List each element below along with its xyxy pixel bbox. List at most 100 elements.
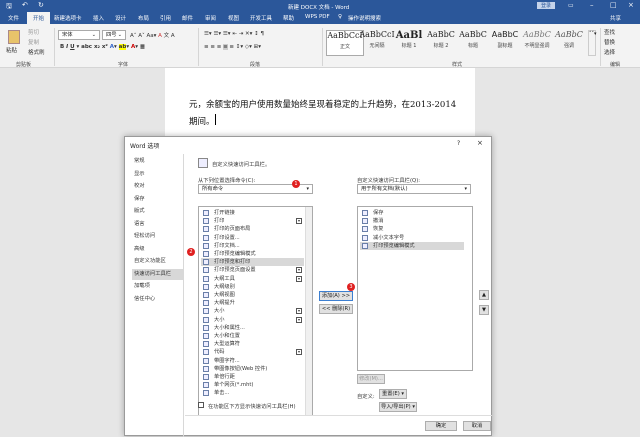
help-button[interactable]: ? (457, 140, 460, 147)
command-item[interactable]: 打印预览页面设置 ▾ (201, 266, 304, 274)
nav-item[interactable]: 快速访问工具栏 (132, 268, 184, 280)
command-item[interactable]: 带圈字符... (201, 357, 304, 365)
dialog-close-button[interactable]: × (477, 139, 483, 147)
qat-item[interactable]: 减小文本字号 (360, 234, 464, 242)
tab-references[interactable]: 引用 (160, 14, 171, 22)
style-emphasis[interactable]: AaBbC 强调 (550, 30, 588, 56)
minimize-button[interactable]: – (590, 1, 594, 9)
command-item[interactable]: 大型运算符 (201, 340, 304, 348)
modify-button[interactable]: 修改(M)... (357, 374, 385, 384)
command-item[interactable]: 打印预览和打印 (201, 258, 304, 267)
command-item[interactable]: 大小 ▾ (201, 307, 304, 315)
tab-mailings[interactable]: 邮件 (182, 14, 193, 22)
tab-insert[interactable]: 插入 (93, 14, 104, 22)
command-item[interactable]: 大小和位置 (201, 332, 304, 340)
qat-item-label: 撤消 (373, 218, 384, 225)
nav-item[interactable]: 自定义功能区 (132, 256, 184, 267)
tab-view[interactable]: 视图 (228, 14, 239, 22)
nav-item[interactable]: 常规 (132, 156, 184, 167)
cancel-button[interactable]: 取消 (463, 421, 491, 431)
command-item[interactable]: 单倍行距 (201, 373, 304, 381)
command-item[interactable]: 单个网页(*.mht) (201, 381, 304, 389)
nav-item[interactable]: 高级 (132, 244, 184, 255)
font-name-select[interactable]: 宋体 ⌄ (58, 30, 100, 40)
commands-list[interactable]: 单击... 单个网页(*.mht) 单倍行距 带图像按钮(Web 控件) 带圈字符...… (198, 206, 313, 416)
tab-new[interactable]: 新建选项卡 (54, 14, 82, 22)
command-icon (203, 267, 209, 274)
customize-qat-select[interactable]: 用于所有文档(默认) ▾ (357, 184, 471, 194)
styles-scroll[interactable]: ˄˅▾ (588, 30, 597, 56)
move-down-button[interactable]: ▼ (479, 305, 489, 315)
command-item[interactable]: 大纲提升 (201, 299, 304, 307)
format-painter-button[interactable]: 格式刷 (28, 48, 45, 56)
paste-button[interactable]: 粘贴 (6, 46, 17, 54)
tab-layout[interactable]: 布局 (138, 14, 149, 22)
command-item[interactable]: 打印设置... (201, 234, 304, 242)
command-item[interactable]: 打印文档... (201, 242, 304, 250)
ribbon-display-icon[interactable]: ▭ (568, 2, 574, 9)
font-format-buttons[interactable]: B I U ▾ abc x₂ x² A▾ ab▾ A▾ ䷀ (60, 44, 145, 50)
add-button[interactable]: 添加(A) >> (319, 291, 353, 301)
paste-icon[interactable] (8, 30, 20, 44)
command-item[interactable]: 大纲级别 (201, 283, 304, 291)
tab-file[interactable]: 文件 (8, 14, 19, 22)
redo-icon[interactable]: ↻ (38, 1, 44, 9)
nav-item[interactable]: 信任中心 (132, 294, 184, 305)
qat-item[interactable]: 撤消 (360, 217, 464, 225)
qat-list[interactable]: 保存 撤消 恢复 减小文本字号 打印预览编辑模式 (357, 206, 473, 371)
command-item[interactable]: 打印的页面布局 (201, 225, 304, 233)
tab-help[interactable]: 帮助 (283, 14, 294, 22)
font-size-buttons[interactable]: A˄ A˅ Aa▾ A 文 A (130, 31, 175, 39)
find-button[interactable]: 查找 (604, 28, 615, 36)
copy-button[interactable]: 复制 (28, 38, 39, 46)
command-item[interactable]: 大小 ▾ (201, 316, 304, 324)
tell-me-search[interactable]: 操作说明搜索 (348, 14, 381, 22)
command-item[interactable]: 带图像按钮(Web 控件) (201, 365, 304, 373)
share-button[interactable]: 共享 (610, 14, 621, 22)
nav-item[interactable]: 语言 (132, 219, 184, 230)
nav-item[interactable]: 轻松访问 (132, 231, 184, 242)
remove-button[interactable]: << 删除(R) (319, 304, 353, 314)
nav-item[interactable]: 保存 (132, 194, 184, 205)
replace-button[interactable]: 替换 (604, 38, 615, 46)
maximize-button[interactable]: □ (610, 1, 617, 9)
tab-wps-pdf[interactable]: WPS PDF (305, 14, 330, 20)
show-below-checkbox[interactable] (198, 402, 204, 408)
select-button[interactable]: 选择 (604, 48, 615, 56)
nav-item[interactable]: 加载项 (132, 281, 184, 292)
paragraph-align-buttons[interactable]: ≡ ≡ ≡ ≡ ≡ ↕▾ ◇▾ ⊞▾ (204, 44, 261, 50)
move-up-button[interactable]: ▲ (479, 290, 489, 300)
command-item[interactable]: 代码 ▾ (201, 348, 304, 356)
text-cursor (215, 114, 216, 125)
qat-item[interactable]: 恢复 (360, 225, 464, 233)
qat-item[interactable]: 保存 (360, 209, 464, 217)
nav-item[interactable]: 显示 (132, 169, 184, 180)
command-item[interactable]: 大小和属性... (201, 324, 304, 332)
scrollbar[interactable] (305, 207, 312, 415)
tab-home[interactable]: 开始 (27, 12, 51, 24)
login-button[interactable]: 登录 (537, 2, 556, 9)
nav-item[interactable]: 校对 (132, 181, 184, 192)
command-item[interactable]: 打印 ▾ (201, 217, 304, 225)
command-item[interactable]: 单击... (201, 389, 304, 397)
command-item[interactable]: 打开链接 (201, 209, 304, 217)
step-badge-3: 3 (347, 283, 355, 291)
ok-button[interactable]: 确定 (425, 421, 457, 431)
reset-button[interactable]: 重置(E) ▾ (379, 389, 407, 399)
cut-button[interactable]: 剪切 (28, 28, 39, 36)
import-export-button[interactable]: 导入/导出(P) ▾ (379, 402, 417, 412)
command-item[interactable]: 大纲视图 (201, 291, 304, 299)
command-icon (203, 308, 209, 315)
tab-design[interactable]: 设计 (115, 14, 126, 22)
tab-developer[interactable]: 开发工具 (250, 14, 272, 22)
submenu-icon: ▾ (296, 267, 302, 274)
close-button[interactable]: × (628, 1, 634, 9)
command-item[interactable]: 大纲工具 ▾ (201, 275, 304, 283)
font-size-select[interactable]: 四号 ⌄ (102, 30, 126, 40)
nav-item[interactable]: 版式 (132, 206, 184, 217)
undo-icon[interactable]: ↶ (22, 1, 28, 9)
command-item[interactable]: 打印预览编辑模式 (201, 250, 304, 258)
qat-item[interactable]: 打印预览编辑模式 (360, 241, 464, 250)
tab-review[interactable]: 审阅 (205, 14, 216, 22)
paragraph-list-buttons[interactable]: ☰▾ ☰▾ ☰▾ ⇤ ⇥ ✕▾ ↕ ¶ (204, 31, 264, 37)
